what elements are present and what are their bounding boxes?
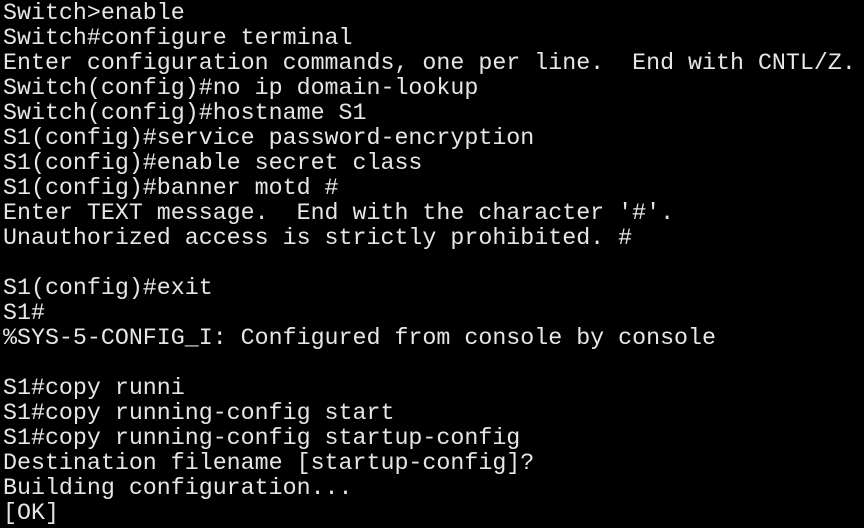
terminal-line: Destination filename [startup-config]? xyxy=(3,451,535,476)
terminal-line: Building configuration... xyxy=(3,476,353,501)
terminal-line: S1(config)#enable secret class xyxy=(3,151,423,176)
terminal-line: Unauthorized access is strictly prohibit… xyxy=(3,226,633,251)
terminal-line: Switch#configure terminal xyxy=(3,26,353,51)
terminal-line: S1(config)#exit xyxy=(3,276,213,301)
terminal-line: [OK] xyxy=(3,501,59,526)
terminal-window[interactable]: Switch>enable Switch#configure terminal … xyxy=(0,0,864,528)
terminal-line: Enter configuration commands, one per li… xyxy=(3,51,856,76)
terminal-line: S1#copy running-config start xyxy=(3,401,395,426)
terminal-line: Switch(config)#hostname S1 xyxy=(3,101,367,126)
terminal-line: S1#copy runni xyxy=(3,376,185,401)
terminal-line: Switch>enable xyxy=(3,1,185,26)
terminal-line: S1(config)#banner motd # xyxy=(3,176,339,201)
terminal-line: S1#copy running-config startup-config xyxy=(3,426,521,451)
terminal-line: %SYS-5-CONFIG_I: Configured from console… xyxy=(3,326,717,351)
terminal-line: Switch(config)#no ip domain-lookup xyxy=(3,76,479,101)
terminal-line: Enter TEXT message. End with the charact… xyxy=(3,201,675,226)
terminal-line: S1(config)#service password-encryption xyxy=(3,126,535,151)
terminal-line: S1# xyxy=(3,301,45,326)
